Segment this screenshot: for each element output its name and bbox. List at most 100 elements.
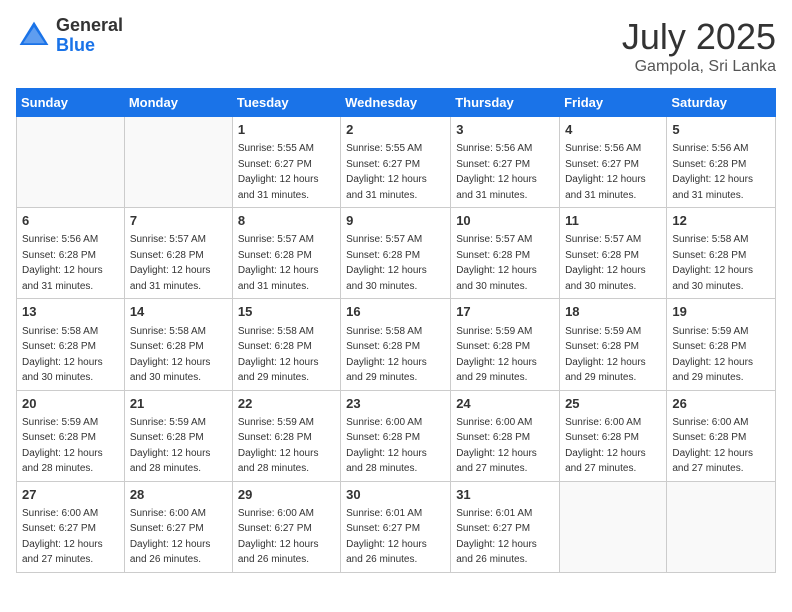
calendar-cell: 3 Sunrise: 5:56 AMSunset: 6:27 PMDaylight… [451,117,560,208]
day-number: 30 [346,486,445,504]
day-number: 16 [346,303,445,321]
day-number: 9 [346,212,445,230]
weekday-friday: Friday [560,89,667,117]
calendar-cell: 18 Sunrise: 5:59 AMSunset: 6:28 PMDayligh… [560,299,667,390]
calendar-week-3: 13 Sunrise: 5:58 AMSunset: 6:28 PMDayligh… [17,299,776,390]
day-info: Sunrise: 5:59 AMSunset: 6:28 PMDaylight:… [456,326,537,384]
day-number: 20 [22,395,119,413]
calendar-cell [560,481,667,572]
day-info: Sunrise: 5:59 AMSunset: 6:28 PMDaylight:… [130,417,211,475]
day-number: 13 [22,303,119,321]
calendar-cell: 8Sunrise: 5:57 AMSunset: 6:28 PMDaylight… [232,208,340,299]
calendar-cell: 9Sunrise: 5:57 AMSunset: 6:28 PMDaylight… [341,208,451,299]
calendar-week-2: 6 Sunrise: 5:56 AMSunset: 6:28 PMDaylight… [17,208,776,299]
day-number: 28 [130,486,227,504]
title-block: July 2025 Gampola, Sri Lanka [622,16,776,76]
day-info: Sunrise: 6:00 AMSunset: 6:28 PMDaylight:… [672,417,753,475]
day-info: Sunrise: 6:01 AMSunset: 6:27 PMDaylight:… [456,508,537,566]
day-info: Sunrise: 5:58 AMSunset: 6:28 PMDaylight:… [238,326,319,384]
day-info: Sunrise: 5:55 AMSunset: 6:27 PMDaylight:… [346,143,427,201]
day-info: Sunrise: 6:00 AMSunset: 6:28 PMDaylight:… [346,417,427,475]
calendar-cell: 20 Sunrise: 5:59 AMSunset: 6:28 PMDayligh… [17,390,125,481]
day-number: 4 [565,121,661,139]
calendar-cell: 14 Sunrise: 5:58 AMSunset: 6:28 PMDayligh… [124,299,232,390]
logo-general: General [56,15,123,35]
logo-icon [16,18,52,54]
day-info: Sunrise: 5:58 AMSunset: 6:28 PMDaylight:… [672,234,753,292]
calendar-cell: 2 Sunrise: 5:55 AMSunset: 6:27 PMDaylight… [341,117,451,208]
day-info: Sunrise: 5:57 AMSunset: 6:28 PMDaylight:… [130,234,211,292]
day-info: Sunrise: 5:59 AMSunset: 6:28 PMDaylight:… [565,326,646,384]
calendar-week-5: 27Sunrise: 6:00 AMSunset: 6:27 PMDayligh… [17,481,776,572]
calendar-cell: 27Sunrise: 6:00 AMSunset: 6:27 PMDayligh… [17,481,125,572]
calendar-cell [17,117,125,208]
weekday-saturday: Saturday [667,89,776,117]
day-number: 7 [130,212,227,230]
day-info: Sunrise: 6:00 AMSunset: 6:27 PMDaylight:… [130,508,211,566]
calendar-cell [124,117,232,208]
day-info: Sunrise: 6:00 AMSunset: 6:27 PMDaylight:… [238,508,319,566]
day-number: 17 [456,303,554,321]
day-number: 26 [672,395,770,413]
calendar-cell: 29 Sunrise: 6:00 AMSunset: 6:27 PMDayligh… [232,481,340,572]
calendar-cell: 16Sunrise: 5:58 AMSunset: 6:28 PMDayligh… [341,299,451,390]
day-info: Sunrise: 5:59 AMSunset: 6:28 PMDaylight:… [238,417,319,475]
calendar-cell: 5 Sunrise: 5:56 AMSunset: 6:28 PMDaylight… [667,117,776,208]
day-number: 15 [238,303,335,321]
calendar-cell: 30Sunrise: 6:01 AMSunset: 6:27 PMDayligh… [341,481,451,572]
calendar-cell: 6 Sunrise: 5:56 AMSunset: 6:28 PMDaylight… [17,208,125,299]
day-info: Sunrise: 5:58 AMSunset: 6:28 PMDaylight:… [22,326,103,384]
day-info: Sunrise: 5:57 AMSunset: 6:28 PMDaylight:… [565,234,646,292]
day-info: Sunrise: 5:59 AMSunset: 6:28 PMDaylight:… [22,417,103,475]
day-number: 3 [456,121,554,139]
day-number: 14 [130,303,227,321]
day-info: Sunrise: 5:58 AMSunset: 6:28 PMDaylight:… [130,326,211,384]
weekday-sunday: Sunday [17,89,125,117]
day-info: Sunrise: 5:56 AMSunset: 6:28 PMDaylight:… [672,143,753,201]
weekday-tuesday: Tuesday [232,89,340,117]
day-info: Sunrise: 5:56 AMSunset: 6:27 PMDaylight:… [456,143,537,201]
day-number: 11 [565,212,661,230]
day-number: 18 [565,303,661,321]
day-number: 12 [672,212,770,230]
weekday-monday: Monday [124,89,232,117]
day-info: Sunrise: 5:59 AMSunset: 6:28 PMDaylight:… [672,326,753,384]
day-number: 19 [672,303,770,321]
calendar-cell: 7 Sunrise: 5:57 AMSunset: 6:28 PMDaylight… [124,208,232,299]
month-year: July 2025 [622,16,776,58]
location: Gampola, Sri Lanka [622,58,776,76]
calendar-cell: 17 Sunrise: 5:59 AMSunset: 6:28 PMDayligh… [451,299,560,390]
day-info: Sunrise: 5:57 AMSunset: 6:28 PMDaylight:… [238,234,319,292]
day-number: 22 [238,395,335,413]
day-number: 6 [22,212,119,230]
calendar-cell: 24Sunrise: 6:00 AMSunset: 6:28 PMDayligh… [451,390,560,481]
calendar-header: SundayMondayTuesdayWednesdayThursdayFrid… [17,89,776,117]
day-number: 2 [346,121,445,139]
weekday-header-row: SundayMondayTuesdayWednesdayThursdayFrid… [17,89,776,117]
calendar: SundayMondayTuesdayWednesdayThursdayFrid… [16,88,776,573]
day-number: 29 [238,486,335,504]
calendar-cell: 4Sunrise: 5:56 AMSunset: 6:27 PMDaylight… [560,117,667,208]
day-info: Sunrise: 6:00 AMSunset: 6:28 PMDaylight:… [456,417,537,475]
calendar-cell: 15 Sunrise: 5:58 AMSunset: 6:28 PMDayligh… [232,299,340,390]
day-number: 5 [672,121,770,139]
day-number: 25 [565,395,661,413]
day-info: Sunrise: 6:00 AMSunset: 6:27 PMDaylight:… [22,508,103,566]
day-info: Sunrise: 5:56 AMSunset: 6:28 PMDaylight:… [22,234,103,292]
calendar-cell: 19 Sunrise: 5:59 AMSunset: 6:28 PMDayligh… [667,299,776,390]
calendar-cell: 23 Sunrise: 6:00 AMSunset: 6:28 PMDayligh… [341,390,451,481]
day-number: 1 [238,121,335,139]
day-number: 21 [130,395,227,413]
calendar-cell [667,481,776,572]
day-number: 23 [346,395,445,413]
calendar-cell: 28 Sunrise: 6:00 AMSunset: 6:27 PMDayligh… [124,481,232,572]
logo-text: General Blue [56,16,123,56]
calendar-body: 1 Sunrise: 5:55 AMSunset: 6:27 PMDaylight… [17,117,776,573]
day-number: 10 [456,212,554,230]
calendar-cell: 12 Sunrise: 5:58 AMSunset: 6:28 PMDayligh… [667,208,776,299]
calendar-cell: 26 Sunrise: 6:00 AMSunset: 6:28 PMDayligh… [667,390,776,481]
calendar-cell: 31Sunrise: 6:01 AMSunset: 6:27 PMDayligh… [451,481,560,572]
logo-blue: Blue [56,35,95,55]
day-info: Sunrise: 5:55 AMSunset: 6:27 PMDaylight:… [238,143,319,201]
calendar-cell: 22 Sunrise: 5:59 AMSunset: 6:28 PMDayligh… [232,390,340,481]
